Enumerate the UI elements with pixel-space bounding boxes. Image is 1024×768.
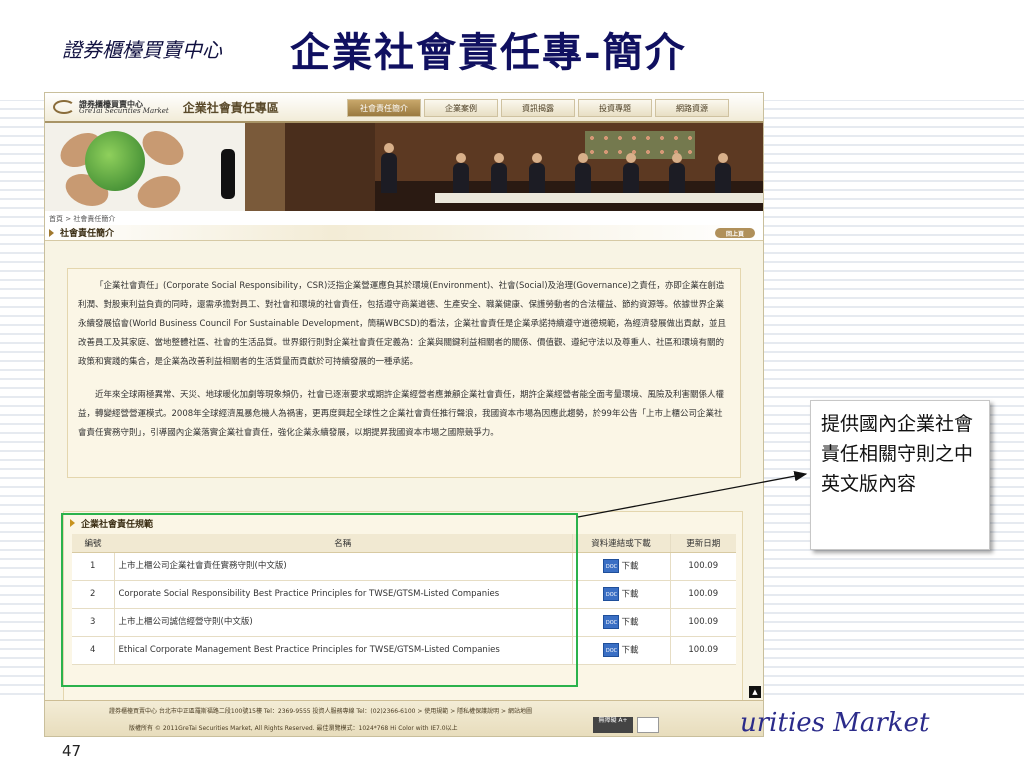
callout-box: 提供國內企業社會責任相關守則之中英文版內容 xyxy=(810,400,990,550)
page-number: 47 xyxy=(62,742,82,760)
slide-footer-text: urities Market xyxy=(740,708,930,738)
callout-arrow xyxy=(577,471,808,518)
